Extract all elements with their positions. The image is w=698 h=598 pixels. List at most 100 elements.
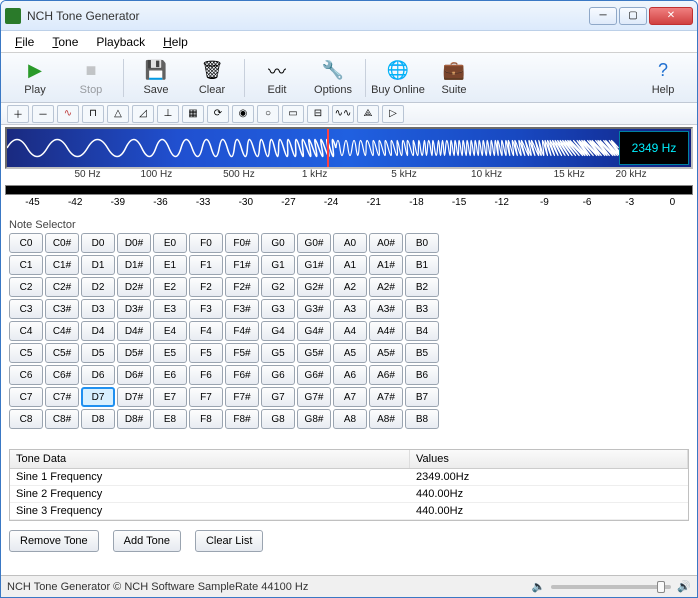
- frequency-cursor[interactable]: [327, 129, 329, 167]
- note-F7[interactable]: F7: [189, 387, 223, 407]
- note-B1[interactable]: B1: [405, 255, 439, 275]
- note-A3[interactable]: A3: [333, 299, 367, 319]
- note-F7#[interactable]: F7#: [225, 387, 259, 407]
- note-F5#[interactable]: F5#: [225, 343, 259, 363]
- note-G5#[interactable]: G5#: [297, 343, 331, 363]
- note-C8#[interactable]: C8#: [45, 409, 79, 429]
- note-A5[interactable]: A5: [333, 343, 367, 363]
- menu-file[interactable]: File: [7, 33, 42, 51]
- note-C6[interactable]: C6: [9, 365, 43, 385]
- note-C4#[interactable]: C4#: [45, 321, 79, 341]
- tool-icon-4[interactable]: ▭: [282, 105, 304, 123]
- note-D6[interactable]: D6: [81, 365, 115, 385]
- note-A3#[interactable]: A3#: [369, 299, 403, 319]
- tool-icon-1[interactable]: ⟳: [207, 105, 229, 123]
- note-F2#[interactable]: F2#: [225, 277, 259, 297]
- note-F3#[interactable]: F3#: [225, 299, 259, 319]
- note-F6[interactable]: F6: [189, 365, 223, 385]
- note-G7[interactable]: G7: [261, 387, 295, 407]
- note-G7#[interactable]: G7#: [297, 387, 331, 407]
- note-E5[interactable]: E5: [153, 343, 187, 363]
- note-F1#[interactable]: F1#: [225, 255, 259, 275]
- note-A0#[interactable]: A0#: [369, 233, 403, 253]
- note-D7[interactable]: D7: [81, 387, 115, 407]
- note-B3[interactable]: B3: [405, 299, 439, 319]
- note-F3[interactable]: F3: [189, 299, 223, 319]
- note-A8[interactable]: A8: [333, 409, 367, 429]
- note-F6#[interactable]: F6#: [225, 365, 259, 385]
- note-D0[interactable]: D0: [81, 233, 115, 253]
- maximize-button[interactable]: ▢: [619, 7, 647, 25]
- save-button[interactable]: 💾Save: [128, 55, 184, 101]
- note-A0[interactable]: A0: [333, 233, 367, 253]
- note-D2[interactable]: D2: [81, 277, 115, 297]
- note-G2[interactable]: G2: [261, 277, 295, 297]
- note-B6[interactable]: B6: [405, 365, 439, 385]
- table-row[interactable]: Sine 2 Frequency440.00Hz: [10, 486, 688, 503]
- note-A1[interactable]: A1: [333, 255, 367, 275]
- tool-icon-6[interactable]: ∿∿: [332, 105, 354, 123]
- note-F8#[interactable]: F8#: [225, 409, 259, 429]
- buy-online-button[interactable]: 🌐Buy Online: [370, 55, 426, 101]
- note-G8[interactable]: G8: [261, 409, 295, 429]
- note-D5#[interactable]: D5#: [117, 343, 151, 363]
- note-D2#[interactable]: D2#: [117, 277, 151, 297]
- wave-impulse-icon[interactable]: ⊥: [157, 105, 179, 123]
- note-C5#[interactable]: C5#: [45, 343, 79, 363]
- suite-button[interactable]: 💼Suite: [426, 55, 482, 101]
- note-A2#[interactable]: A2#: [369, 277, 403, 297]
- note-D1[interactable]: D1: [81, 255, 115, 275]
- note-E4[interactable]: E4: [153, 321, 187, 341]
- note-G1[interactable]: G1: [261, 255, 295, 275]
- tool-icon-8[interactable]: ▷: [382, 105, 404, 123]
- note-B7[interactable]: B7: [405, 387, 439, 407]
- note-B0[interactable]: B0: [405, 233, 439, 253]
- note-G2#[interactable]: G2#: [297, 277, 331, 297]
- volume-slider[interactable]: [551, 585, 671, 589]
- note-C2[interactable]: C2: [9, 277, 43, 297]
- note-D3[interactable]: D3: [81, 299, 115, 319]
- menu-playback[interactable]: Playback: [88, 33, 153, 51]
- table-row[interactable]: Sine 3 Frequency440.00Hz: [10, 503, 688, 520]
- note-E6[interactable]: E6: [153, 365, 187, 385]
- help-button[interactable]: ?Help: [635, 55, 691, 101]
- note-G3#[interactable]: G3#: [297, 299, 331, 319]
- wave-square-icon[interactable]: ⊓: [82, 105, 104, 123]
- note-D7#[interactable]: D7#: [117, 387, 151, 407]
- note-G8#[interactable]: G8#: [297, 409, 331, 429]
- note-A7[interactable]: A7: [333, 387, 367, 407]
- note-G4#[interactable]: G4#: [297, 321, 331, 341]
- note-G6#[interactable]: G6#: [297, 365, 331, 385]
- frequency-spectrum[interactable]: 2349 Hz: [5, 127, 693, 169]
- note-F0[interactable]: F0: [189, 233, 223, 253]
- note-C8[interactable]: C8: [9, 409, 43, 429]
- note-B5[interactable]: B5: [405, 343, 439, 363]
- note-D0#[interactable]: D0#: [117, 233, 151, 253]
- note-D1#[interactable]: D1#: [117, 255, 151, 275]
- note-G1#[interactable]: G1#: [297, 255, 331, 275]
- menu-help[interactable]: Help: [155, 33, 196, 51]
- note-F1[interactable]: F1: [189, 255, 223, 275]
- note-A1#[interactable]: A1#: [369, 255, 403, 275]
- note-E2[interactable]: E2: [153, 277, 187, 297]
- note-C5[interactable]: C5: [9, 343, 43, 363]
- note-A4#[interactable]: A4#: [369, 321, 403, 341]
- wave-sine-icon[interactable]: ∿: [57, 105, 79, 123]
- note-G0#[interactable]: G0#: [297, 233, 331, 253]
- wave-noise-icon[interactable]: ▦: [182, 105, 204, 123]
- note-D4[interactable]: D4: [81, 321, 115, 341]
- note-D3#[interactable]: D3#: [117, 299, 151, 319]
- note-C7[interactable]: C7: [9, 387, 43, 407]
- tool-icon-7[interactable]: ⟁: [357, 105, 379, 123]
- edit-button[interactable]: 〰Edit: [249, 55, 305, 101]
- note-A5#[interactable]: A5#: [369, 343, 403, 363]
- note-E7[interactable]: E7: [153, 387, 187, 407]
- note-F4[interactable]: F4: [189, 321, 223, 341]
- note-A4[interactable]: A4: [333, 321, 367, 341]
- remove-tone-button[interactable]: Remove Tone: [9, 530, 99, 552]
- wave-triangle-icon[interactable]: △: [107, 105, 129, 123]
- note-D8[interactable]: D8: [81, 409, 115, 429]
- note-F5[interactable]: F5: [189, 343, 223, 363]
- note-B8[interactable]: B8: [405, 409, 439, 429]
- note-D5[interactable]: D5: [81, 343, 115, 363]
